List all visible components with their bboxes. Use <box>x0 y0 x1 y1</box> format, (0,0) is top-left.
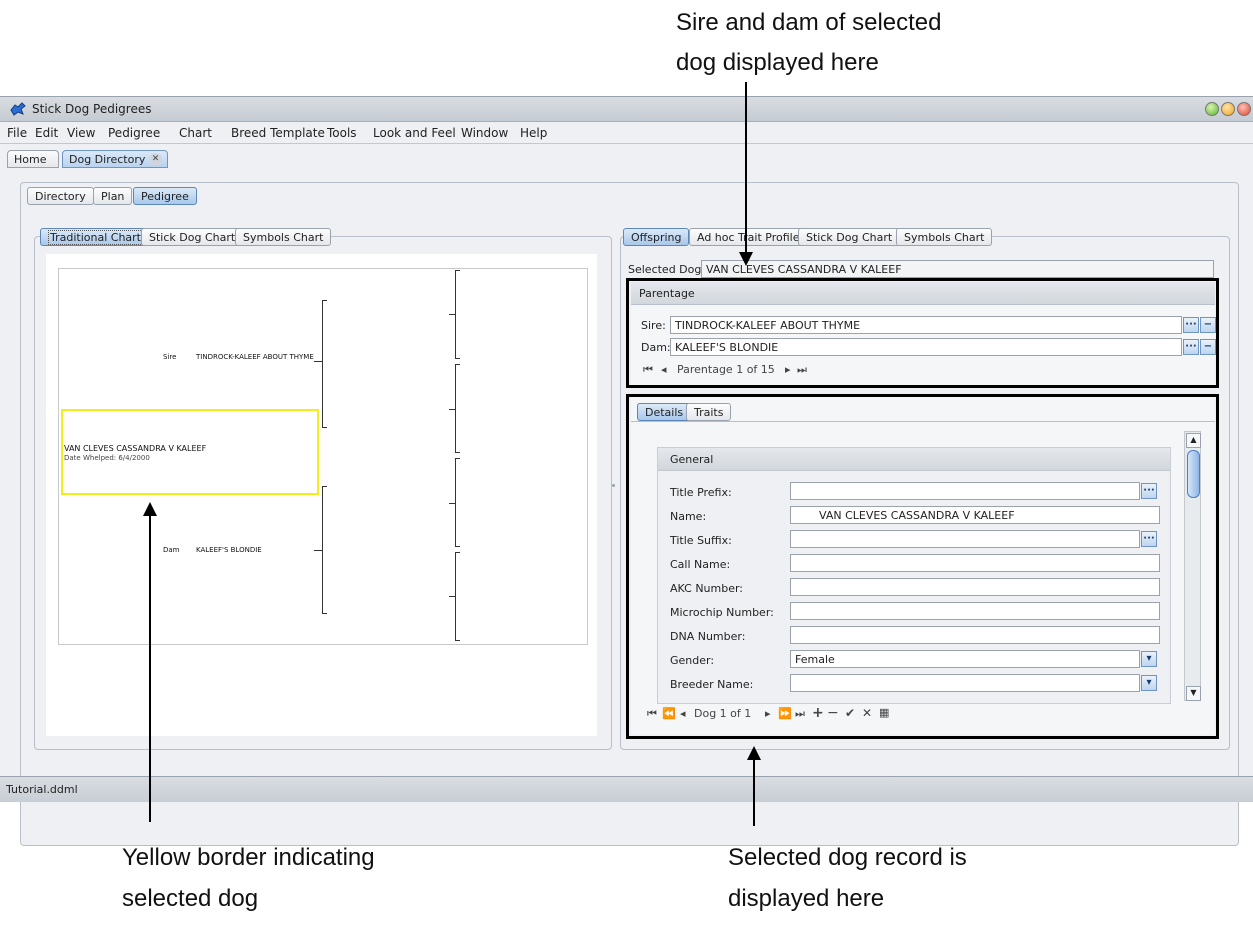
status-bar: Tutorial.ddml <box>0 776 1253 802</box>
selected-dog-label: Selected Dog: <box>628 263 706 276</box>
tab-symbols-chart[interactable]: Symbols Chart <box>235 228 332 246</box>
plan-button[interactable]: Plan <box>93 187 133 205</box>
tab-ad-hoc-trait-profile[interactable]: Ad hoc Trait Profile <box>689 228 808 246</box>
menu-tools[interactable]: Tools <box>327 126 357 140</box>
splitter-handle[interactable] <box>612 484 615 487</box>
menu-window[interactable]: Window <box>461 126 508 140</box>
menu-bar: File Edit View Pedigree Chart Breed Temp… <box>0 122 1253 144</box>
callout-arrow-left-line <box>149 516 151 822</box>
selected-dog-box[interactable]: VAN CLEVES CASSANDRA V KALEEF Date Whelp… <box>61 409 319 495</box>
menu-chart[interactable]: Chart <box>179 126 212 140</box>
pedigree-chart-canvas: Sire TINDROCK-KALEEF ABOUT THYME Dam KAL… <box>46 254 597 736</box>
tab-right-symbols-chart[interactable]: Symbols Chart <box>896 228 993 246</box>
tab-right-stick-dog-chart[interactable]: Stick Dog Chart <box>798 228 901 246</box>
window-title: Stick Dog Pedigrees <box>32 102 152 116</box>
details-highlight-frame <box>626 394 1219 739</box>
app-dog-icon <box>10 102 26 116</box>
selected-dog-field: VAN CLEVES CASSANDRA V KALEEF <box>701 260 1214 278</box>
directory-button[interactable]: Directory <box>27 187 94 205</box>
callout-arrow-right-line <box>753 760 755 826</box>
menu-look-and-feel[interactable]: Look and Feel <box>373 126 456 140</box>
document-tabs: Home Dog Directory ✕ <box>0 144 1253 170</box>
pedigree-sire-label: Sire <box>163 353 177 361</box>
callout-arrow-top-head <box>739 252 753 266</box>
title-bar: Stick Dog Pedigrees <box>0 97 1253 122</box>
tab-stick-dog-chart[interactable]: Stick Dog Chart <box>141 228 244 246</box>
parentage-highlight-frame <box>626 278 1219 388</box>
maximize-button[interactable] <box>1221 102 1235 116</box>
tab-dog-directory[interactable]: Dog Directory ✕ <box>62 150 168 168</box>
tab-dog-directory-label: Dog Directory <box>69 153 146 166</box>
tab-offspring[interactable]: Offspring <box>623 228 690 246</box>
tab-traditional-chart[interactable]: Traditional Chart <box>40 228 151 246</box>
app-window: Stick Dog Pedigrees File Edit View Pedig… <box>0 96 1253 846</box>
callout-arrow-left-head <box>143 502 157 516</box>
close-tab-icon[interactable]: ✕ <box>149 153 162 166</box>
pedigree-button[interactable]: Pedigree <box>133 187 197 205</box>
tab-home-label: Home <box>14 153 47 166</box>
close-button[interactable] <box>1237 102 1251 116</box>
selected-dog-whelped: Date Whelped: 6/4/2000 <box>64 454 150 462</box>
minimize-button[interactable] <box>1205 102 1219 116</box>
pedigree-dam-label: Dam <box>163 546 180 554</box>
menu-help[interactable]: Help <box>520 126 547 140</box>
callout-arrow-top-line <box>745 82 747 254</box>
callout-arrow-right-head <box>747 746 761 760</box>
status-file-name: Tutorial.ddml <box>6 783 78 796</box>
callout-bottom-right-line2: displayed here <box>728 885 885 912</box>
selected-dog-name: VAN CLEVES CASSANDRA V KALEEF <box>64 444 207 453</box>
menu-edit[interactable]: Edit <box>35 126 58 140</box>
pedigree-dam-name[interactable]: KALEEF'S BLONDIE <box>196 546 262 554</box>
menu-pedigree[interactable]: Pedigree <box>108 126 160 140</box>
callout-top-line1: Sire and dam of selected <box>676 9 942 36</box>
menu-breed-template[interactable]: Breed Template <box>231 126 325 140</box>
menu-file[interactable]: File <box>7 126 27 140</box>
menu-view[interactable]: View <box>67 126 95 140</box>
callout-top-line2: dog displayed here <box>676 49 879 76</box>
tab-home[interactable]: Home <box>7 150 59 168</box>
callout-bottom-left-line2: selected dog <box>122 885 259 912</box>
tab-traditional-chart-label: Traditional Chart <box>48 230 143 245</box>
pedigree-sire-name[interactable]: TINDROCK-KALEEF ABOUT THYME <box>196 353 314 361</box>
